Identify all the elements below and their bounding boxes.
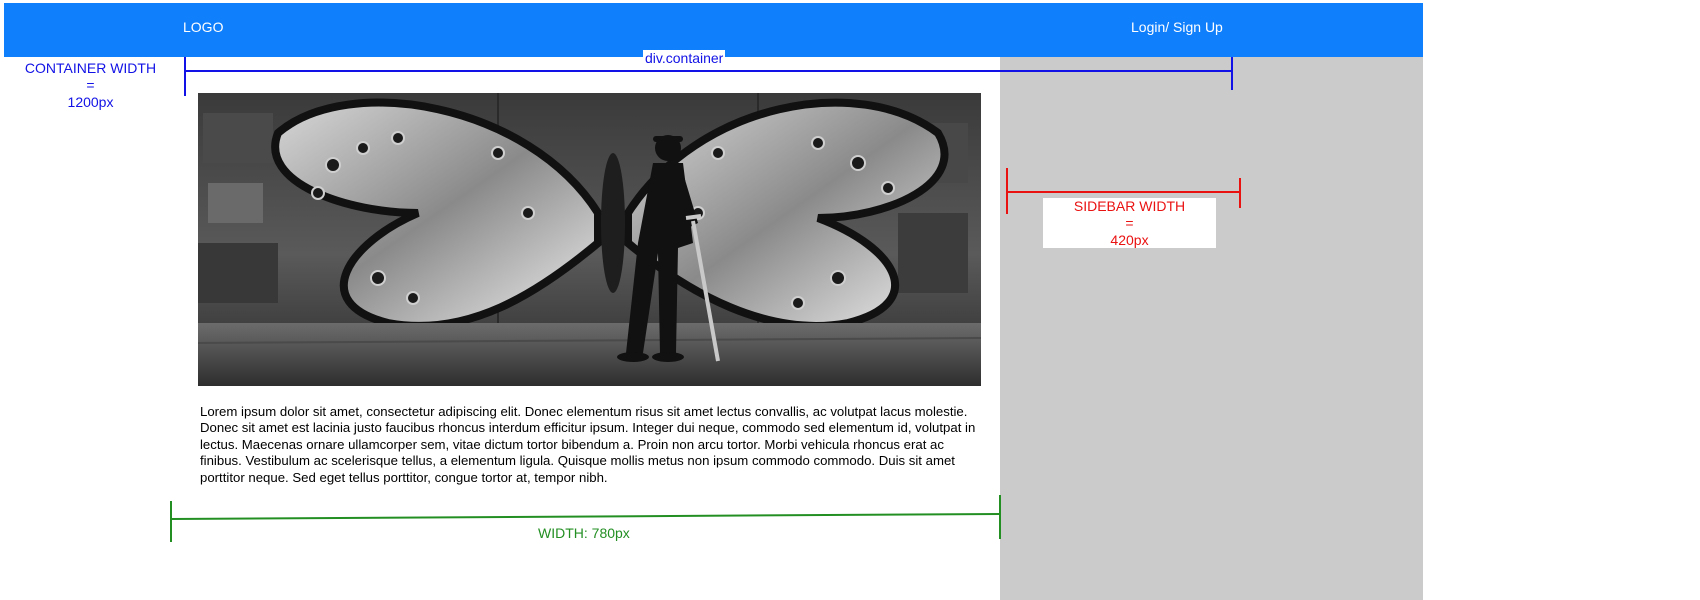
container-width-annotation: CONTAINER WIDTH = 1200px — [18, 60, 163, 111]
container-width-line-1: CONTAINER WIDTH — [24, 60, 157, 76]
main-width-annotation: WIDTH: 780px — [538, 525, 630, 541]
container-width-line-2: = — [86, 77, 95, 93]
sidebar — [1000, 57, 1423, 600]
container-annotation-tag: div.container — [643, 50, 726, 66]
butterfly-mural-illustration — [198, 93, 981, 386]
sidebar-width-line-3: 420px — [1110, 232, 1149, 248]
sidebar-width-line-2: = — [1125, 215, 1134, 231]
login-signup-link[interactable]: Login/ Sign Up — [1131, 19, 1223, 35]
hero-image — [198, 93, 981, 386]
main-paragraph: Lorem ipsum dolor sit amet, consectetur … — [200, 404, 976, 485]
logo[interactable]: LOGO — [183, 19, 223, 35]
sidebar-width-annotation: SIDEBAR WIDTH = 420px — [1043, 198, 1216, 248]
sidebar-width-line-1: SIDEBAR WIDTH — [1073, 198, 1186, 214]
container-width-line-3: 1200px — [67, 94, 114, 110]
